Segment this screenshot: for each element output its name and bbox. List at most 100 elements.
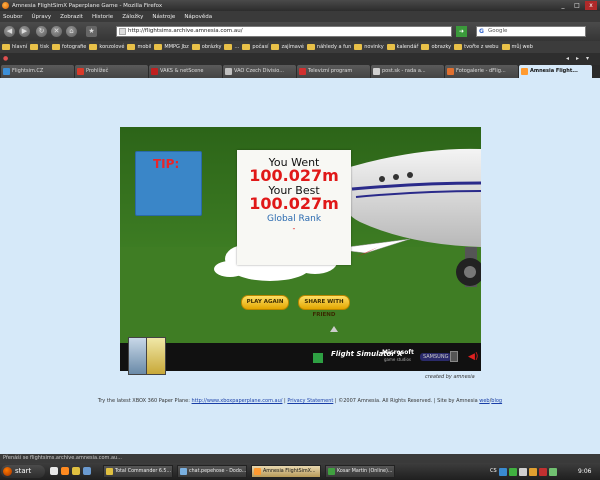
xbox-paperplane-link[interactable]: http://www.xboxpaperplane.com.au/ (192, 398, 283, 404)
tab-flightsim[interactable]: Flightsim.CZ (1, 65, 74, 78)
maximize-button[interactable]: □ (571, 1, 583, 10)
task-messenger[interactable]: Kosar Martin (Online)... (325, 465, 395, 478)
footer-copyright: | ©2007 Amnesia. All Rights Reserved. | … (333, 398, 480, 404)
folder-icon (421, 44, 430, 50)
tab-scroll-right-icon[interactable]: ▸ (576, 54, 583, 63)
menu-history[interactable]: Historie (92, 14, 113, 20)
xbox-logo-icon (313, 353, 323, 363)
bookmark-item[interactable]: novinky (354, 44, 384, 50)
privacy-link[interactable]: Privacy Statement (287, 398, 333, 404)
tab-favicon-icon (447, 68, 454, 75)
task-chat[interactable]: chat.pepehose - Dodo... (177, 465, 247, 478)
volume-icon[interactable] (518, 467, 527, 476)
web-link[interactable]: web (479, 398, 489, 404)
firefox-quicklaunch-icon[interactable] (61, 467, 69, 475)
quicklaunch-icon[interactable] (83, 467, 91, 475)
task-total-commander[interactable]: Total Commander 6.5... (103, 465, 173, 478)
menu-bookmarks[interactable]: Záložky (122, 14, 143, 20)
tab-favicon-icon (151, 68, 158, 75)
tab-scroll-left-icon[interactable]: ◂ (566, 54, 573, 63)
network-icon[interactable] (498, 467, 507, 476)
tab-post[interactable]: post.sk - rada a... (371, 65, 444, 78)
share-button[interactable]: SHARE WITH FRIEND (298, 295, 350, 318)
menu-edit[interactable]: Úpravy (31, 14, 51, 20)
bookmark-item[interactable]: zajímavé (271, 44, 304, 50)
minimize-button[interactable]: _ (557, 1, 569, 10)
forward-icon[interactable]: ▶ (19, 26, 30, 37)
best-value: 100.027m (249, 194, 339, 213)
menu-view[interactable]: Zobrazit (60, 14, 83, 20)
task-app-icon (180, 468, 187, 475)
tab-televize[interactable]: Televizní program (297, 65, 370, 78)
taskbar: start Total Commander 6.5... chat.pepeho… (0, 463, 600, 480)
menu-file[interactable]: Soubor (3, 14, 22, 20)
show-desktop-icon[interactable] (50, 467, 58, 475)
bookmark-item[interactable]: kalendář (386, 44, 418, 50)
search-input[interactable]: G Google (476, 26, 586, 37)
bookmark-item[interactable]: konzolové (89, 44, 124, 50)
folder-icon (191, 44, 200, 50)
clock: 9:06 (578, 468, 592, 475)
tab-vao[interactable]: VAO Czech Divisio... (223, 65, 296, 78)
score-card: You Went 100.027m Your Best 100.027m Glo… (237, 150, 351, 265)
task-firefox[interactable]: Amnesia FlightSimX... (251, 465, 321, 478)
paperplane-game[interactable]: TIP: You Went 100.027m Your Best 100.027… (120, 127, 481, 343)
start-orb-icon (3, 467, 12, 476)
language-indicator[interactable]: CS (490, 468, 497, 476)
tab-prohlizec[interactable]: Prohlížeč (75, 65, 148, 78)
folder-icon (224, 44, 233, 50)
bookmark-item[interactable]: můj web (501, 44, 533, 50)
folder-icon (30, 44, 39, 50)
menu-bar: Soubor Úpravy Zobrazit Historie Záložky … (0, 11, 600, 22)
bookmark-item[interactable]: tisk (30, 44, 49, 50)
url-text: http://flightsims.archive.amnesia.com.au… (128, 28, 243, 34)
created-by-label: created by amnesia (425, 374, 475, 380)
bookmark-star-icon[interactable]: ★ (86, 26, 97, 37)
google-icon: G (479, 28, 484, 35)
tray-app-icon[interactable] (548, 467, 557, 476)
tab-favicon-icon (77, 68, 84, 75)
tip-label: TIP: (153, 157, 180, 171)
folder-icon (127, 44, 136, 50)
commander-quicklaunch-icon[interactable] (72, 467, 80, 475)
bookmark-item[interactable]: náhledy a fun (306, 44, 351, 50)
menu-tools[interactable]: Nástroje (152, 14, 175, 20)
tab-favicon-icon (521, 68, 528, 75)
bookmark-item[interactable]: obrazky (421, 44, 451, 50)
url-input[interactable]: http://flightsims.archive.amnesia.com.au… (116, 26, 452, 37)
tray-app-icon[interactable] (528, 467, 537, 476)
bookmark-item[interactable]: hlavní (2, 44, 27, 50)
close-button[interactable]: x (585, 1, 597, 10)
messenger-tray-icon[interactable] (508, 467, 517, 476)
bookmark-item[interactable]: MMPG Jbz (154, 44, 189, 50)
bookmark-item[interactable]: obrázky (191, 44, 221, 50)
bookmark-item[interactable]: mobil (127, 44, 151, 50)
bookmarks-toolbar: hlavní tisk fotografie konzolové mobil M… (0, 41, 600, 53)
back-icon[interactable]: ◀ (4, 26, 15, 37)
tab-amnesia[interactable]: Amnesia Flight... (519, 65, 592, 78)
menu-help[interactable]: Nápověda (184, 14, 212, 20)
tab-list-icon[interactable]: ▾ (586, 54, 593, 63)
folder-icon (154, 44, 163, 50)
bookmark-item[interactable]: tvořte z webu (454, 44, 499, 50)
search-placeholder: Google (488, 28, 508, 34)
start-button[interactable]: start (1, 465, 45, 478)
bookmark-item[interactable]: fotografie (52, 44, 86, 50)
stop-icon[interactable]: ✕ (51, 26, 62, 37)
tab-vaks[interactable]: VAKS & netScene (149, 65, 222, 78)
home-icon[interactable]: ⌂ (66, 26, 77, 37)
site-favicon-icon (119, 28, 126, 35)
go-button[interactable]: ➜ (456, 26, 467, 37)
new-tab-icon[interactable]: ● (3, 54, 10, 63)
bookmark-item[interactable]: … (224, 44, 239, 50)
blog-link[interactable]: blog (491, 398, 502, 404)
bookmark-item[interactable]: počasí (242, 44, 268, 50)
microsoft-logo: Microsoft (382, 349, 414, 356)
tab-fotogalerie[interactable]: Fotogalerie - dFlig... (445, 65, 518, 78)
distance-value: 100.027m (249, 166, 339, 185)
play-again-button[interactable]: PLAY AGAIN (241, 295, 289, 310)
antivirus-icon[interactable] (538, 467, 547, 476)
speaker-icon[interactable]: ◀) (468, 352, 478, 362)
reload-icon[interactable]: ↻ (36, 26, 47, 37)
folder-icon (454, 44, 463, 50)
